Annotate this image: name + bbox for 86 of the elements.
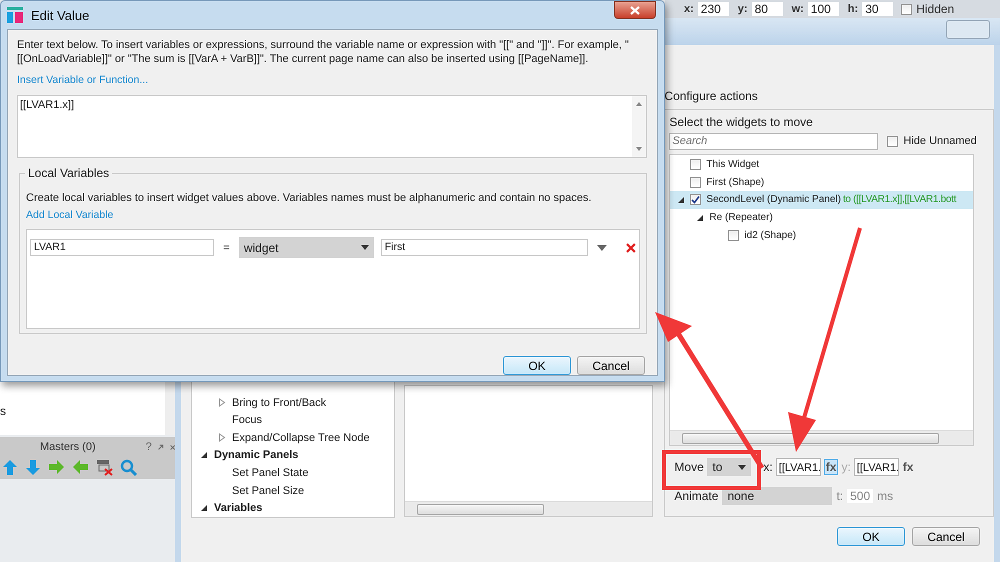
tree-item-label: Re (Repeater) (709, 212, 773, 224)
tree-item[interactable]: Set Panel Size (232, 484, 304, 497)
vertical-scrollbar[interactable] (632, 96, 646, 157)
unit-label: ms (877, 489, 894, 503)
action-summary: to ([[LVAR1.x]],[[LVAR1.bott (842, 194, 956, 206)
fx-button[interactable]: fx (902, 460, 914, 474)
prompt-text: Select the widgets to move (669, 115, 814, 130)
ok-button[interactable]: OK (503, 356, 571, 375)
tree-item-label: SecondLevel (Dynamic Panel) (706, 194, 841, 206)
checkbox[interactable] (690, 159, 702, 170)
window-title: Edit Value (31, 8, 90, 22)
input-field[interactable]: 100 (808, 2, 839, 16)
panel-title: Masters (0) (40, 441, 96, 453)
horizontal-scrollbar[interactable] (670, 430, 974, 445)
search-icon (120, 458, 137, 476)
dropdown[interactable]: to (707, 458, 752, 476)
scroll-down-icon (636, 147, 642, 151)
tree-item-label: id2 (Shape) (744, 230, 796, 241)
tree-row[interactable]: This Widget (670, 156, 974, 174)
tree-group-label[interactable]: Dynamic Panels (214, 449, 298, 462)
dropdown[interactable]: widget (238, 237, 374, 258)
description-text: Create local variables to insert widget values above. Variables names must be alphanumeric and contain no spaces. (26, 192, 592, 204)
input-field[interactable]: 30 (862, 2, 894, 16)
dropdown[interactable]: none (722, 487, 832, 505)
input-field[interactable]: [[LVAR1. (854, 458, 899, 476)
field-label: x: (684, 3, 694, 15)
close-icon (630, 6, 640, 14)
caret-icon[interactable] (597, 244, 608, 250)
checkbox[interactable] (901, 4, 912, 14)
tree-item-label: This Widget (706, 159, 760, 170)
tree-item[interactable]: Expand/Collapse Tree Node (232, 432, 370, 444)
operator-text: = (222, 242, 231, 254)
checkbox-label: Hide Unnamed (903, 135, 977, 147)
instructions-text: Enter text below. To insert variables or expressions, surround the variable name or expression with "[[" and "]]". For example, "[[OnLoadVariable]]" or "The sum is [[VarA + VarB]]". The current page name can also be inserted using [[PageName]]. (17, 38, 630, 66)
section-heading: Configure actions (664, 89, 759, 105)
right-arrow-icon (48, 459, 65, 475)
field-label: h: (848, 3, 858, 15)
search-field[interactable]: Search (669, 132, 878, 150)
fx-button[interactable]: fx (824, 459, 838, 475)
vertical-scrollbar[interactable] (165, 380, 175, 435)
close-button[interactable] (614, 1, 656, 19)
field-label: y: (738, 3, 748, 15)
field-label: w: (792, 3, 804, 15)
checkbox-label: Hidden (916, 2, 954, 16)
cancel-button[interactable]: Cancel (577, 356, 645, 375)
tree-item[interactable]: Set Panel State (232, 467, 308, 480)
ok-button[interactable]: OK (837, 527, 905, 546)
checkbox[interactable] (887, 136, 898, 146)
down-arrow-icon (25, 458, 41, 476)
panel-text: s (0, 404, 6, 418)
caret-icon (360, 245, 369, 250)
group-box-title: Local Variables (25, 166, 112, 180)
left-arrow-icon (72, 459, 89, 475)
tree-row[interactable]: id2 (Shape) (670, 226, 974, 244)
field-label: Move (674, 460, 704, 474)
delete-icon[interactable] (626, 242, 636, 252)
tree-group-label[interactable]: Variables (214, 502, 262, 514)
up-arrow-icon (2, 458, 18, 476)
pop-out-icon (158, 442, 164, 452)
field-label: x: (763, 460, 773, 474)
checkbox[interactable] (690, 194, 702, 206)
tree-row[interactable]: SecondLevel (Dynamic Panel) to ([[LVAR1.x]],[[LVAR1.bott (670, 191, 974, 209)
input-field[interactable]: First (380, 239, 588, 256)
tree-row[interactable]: First (Shape) (670, 174, 974, 192)
input-field[interactable]: [[LVAR1. (776, 458, 821, 476)
field-label: t: (836, 489, 844, 503)
app-logo-icon (7, 7, 23, 23)
delete-folder-icon (96, 458, 113, 476)
tree-item-label: First (Shape) (706, 176, 764, 188)
caret-icon (738, 464, 746, 470)
tree-row[interactable]: Re (Repeater) (670, 208, 974, 226)
input-field[interactable]: 500 (847, 489, 874, 503)
input-field[interactable]: LVAR1 (30, 239, 214, 256)
tree-item[interactable]: Focus (232, 414, 262, 426)
checkbox[interactable] (690, 176, 702, 188)
field-label: Animate (674, 489, 718, 503)
scroll-up-icon (636, 102, 642, 106)
expression-field[interactable]: [[LVAR1.x]] (17, 95, 647, 158)
horizontal-scrollbar[interactable] (404, 501, 652, 516)
checkbox[interactable] (728, 230, 740, 241)
tree-item[interactable]: Bring to Front/Back (232, 396, 326, 409)
close-icon (170, 442, 175, 452)
input-field[interactable]: 230 (698, 2, 729, 16)
field-label: y: (841, 460, 851, 474)
input-field[interactable]: 80 (752, 2, 783, 16)
cancel-button[interactable]: Cancel (912, 527, 980, 546)
